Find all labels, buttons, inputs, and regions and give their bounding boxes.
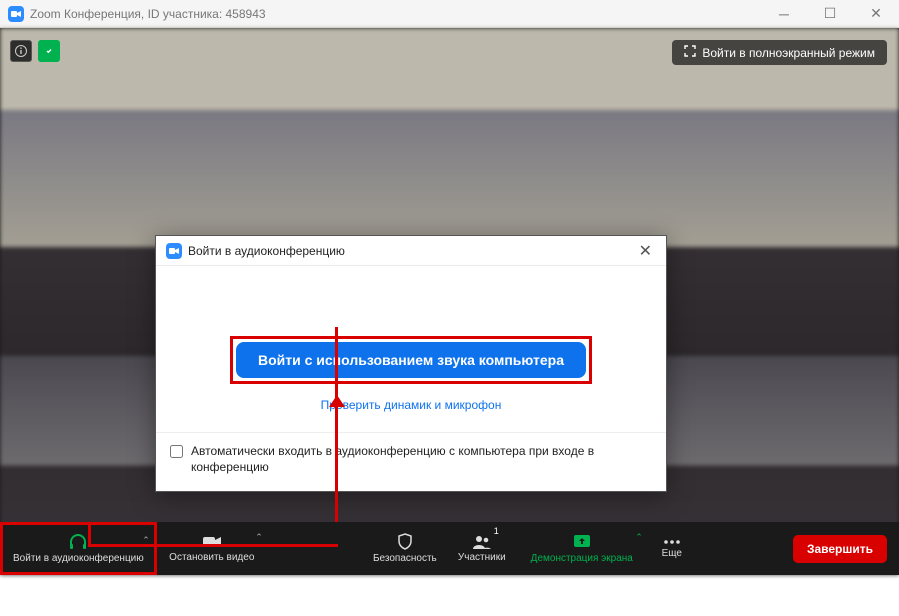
dialog-body: Войти с использованием звука компьютера … — [156, 266, 666, 432]
encryption-shield-icon[interactable] — [38, 40, 60, 62]
close-window-button[interactable]: ✕ — [853, 0, 899, 28]
stop-video-button[interactable]: Остановить видео ⌃ — [157, 522, 267, 575]
window-title: Zoom Конференция, ID участника: 458943 — [30, 7, 761, 21]
test-speaker-mic-link[interactable]: Проверить динамик и микрофон — [186, 398, 636, 412]
toolbar-label: Еще — [662, 548, 682, 559]
video-area: Войти в полноэкранный режим Войти в ауди… — [0, 28, 899, 575]
more-button[interactable]: Еще — [647, 522, 697, 575]
chevron-up-icon[interactable]: ⌃ — [255, 532, 263, 543]
meeting-toolbar: Войти в аудиоконференцию ⌃ Остановить ви… — [0, 522, 899, 575]
chevron-up-icon[interactable]: ⌃ — [142, 535, 150, 546]
participants-button[interactable]: 1 Участники — [447, 522, 517, 575]
toolbar-label: Безопасность — [373, 553, 437, 564]
dialog-titlebar: Войти в аудиоконференцию ✕ — [156, 236, 666, 266]
dialog-footer: Автоматически входить в аудиоконференцию… — [156, 432, 666, 491]
fullscreen-label: Войти в полноэкранный режим — [702, 46, 875, 60]
participants-icon — [472, 534, 492, 550]
window-titlebar: Zoom Конференция, ID участника: 458943 ─… — [0, 0, 899, 28]
shield-icon — [396, 533, 414, 551]
minimize-button[interactable]: ─ — [761, 0, 807, 28]
chevron-up-icon[interactable]: ⌃ — [635, 532, 643, 543]
maximize-button[interactable]: ☐ — [807, 0, 853, 28]
toolbar-label: Демонстрация экрана — [531, 553, 633, 564]
join-audio-button[interactable]: Войти в аудиоконференцию ⌃ — [0, 522, 157, 575]
security-button[interactable]: Безопасность — [363, 522, 447, 575]
share-screen-icon — [572, 533, 592, 551]
zoom-app-icon — [8, 6, 24, 22]
end-meeting-button[interactable]: Завершить — [793, 535, 887, 563]
fullscreen-button[interactable]: Войти в полноэкранный режим — [672, 40, 887, 65]
toolbar-label: Войти в аудиоконференцию — [13, 553, 144, 564]
zoom-app-icon — [166, 243, 182, 259]
meeting-info-icon[interactable] — [10, 40, 32, 62]
more-dots-icon — [662, 538, 682, 546]
auto-join-checkbox[interactable] — [170, 445, 183, 458]
join-computer-audio-button[interactable]: Войти с использованием звука компьютера — [236, 342, 586, 378]
auto-join-label[interactable]: Автоматически входить в аудиоконференцию… — [191, 443, 652, 475]
video-camera-icon — [202, 534, 222, 550]
dialog-title: Войти в аудиоконференцию — [188, 244, 635, 258]
dialog-close-button[interactable]: ✕ — [635, 239, 656, 263]
share-screen-button[interactable]: Демонстрация экрана ⌃ — [517, 522, 647, 575]
meeting-info-badges — [10, 40, 60, 62]
toolbar-label: Участники — [458, 552, 506, 563]
headphones-icon — [68, 533, 88, 551]
audio-join-dialog: Войти в аудиоконференцию ✕ Войти с испол… — [155, 235, 667, 492]
fullscreen-icon — [684, 45, 696, 60]
toolbar-label: Остановить видео — [169, 552, 254, 563]
annotation-highlight: Войти с использованием звука компьютера — [230, 336, 592, 384]
participant-count: 1 — [494, 526, 499, 536]
